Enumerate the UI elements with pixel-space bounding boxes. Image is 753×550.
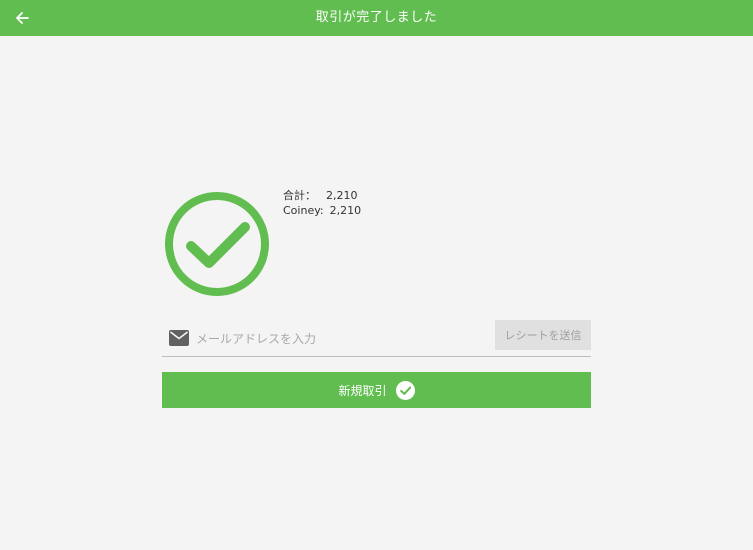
- total-value: 2,210: [326, 189, 358, 202]
- coiney-value: 2,210: [329, 204, 362, 217]
- mail-icon: [169, 330, 189, 346]
- total-label: 合計：: [283, 189, 316, 202]
- transaction-summary: 合計： 2,210 Coiney: 2,210: [283, 188, 361, 218]
- total-row: 合計： 2,210: [283, 188, 361, 203]
- app-bar: 取引が完了しました: [0, 0, 753, 36]
- page-title: 取引が完了しました: [315, 10, 438, 25]
- email-input[interactable]: [196, 328, 486, 350]
- send-receipt-button[interactable]: レシートを送信: [495, 320, 591, 350]
- new-transaction-label: 新規取引: [338, 383, 387, 398]
- check-circle-icon: [395, 380, 415, 400]
- success-check-icon: [165, 192, 269, 296]
- coiney-row: Coiney: 2,210: [283, 203, 361, 218]
- coiney-label: Coiney:: [283, 204, 324, 217]
- receipt-email-row: レシートを送信: [162, 320, 591, 357]
- new-transaction-button[interactable]: 新規取引: [162, 372, 591, 408]
